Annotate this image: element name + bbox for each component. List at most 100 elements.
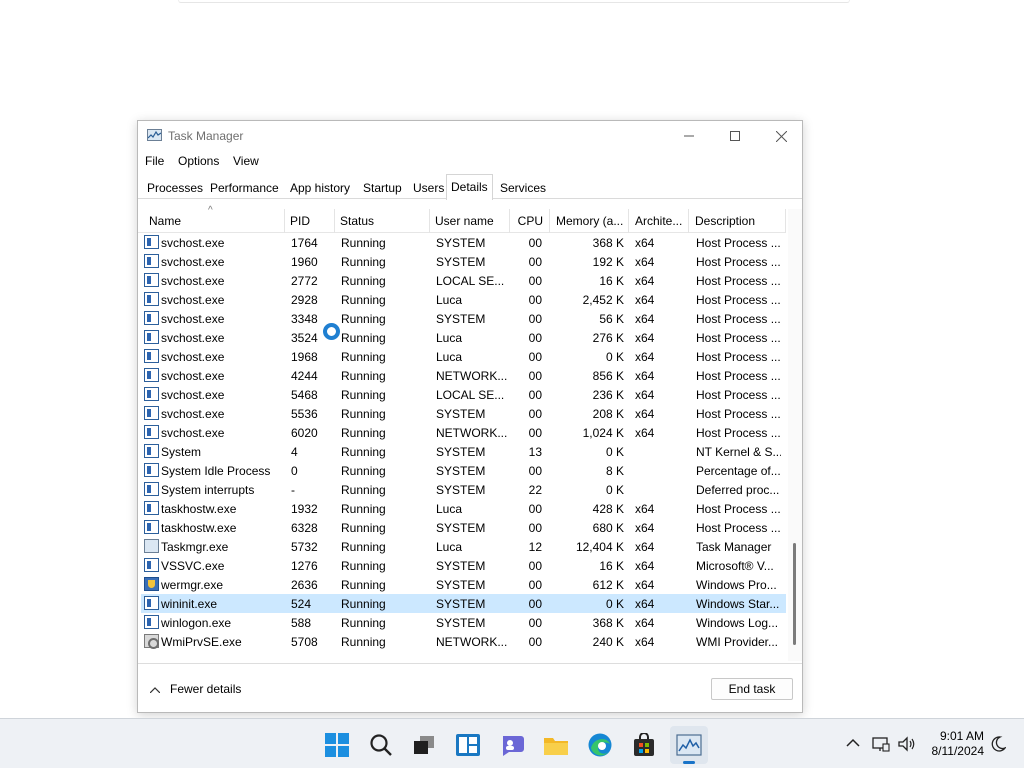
focus-moon-icon[interactable] xyxy=(990,736,1007,755)
busy-cursor-icon xyxy=(323,323,340,340)
column-cpu[interactable]: CPU xyxy=(510,209,550,233)
table-row[interactable]: wininit.exe 524 Running SYSTEM 00 0 K x64 Windo… xyxy=(141,594,786,613)
cell-cpu: 12 xyxy=(528,540,542,554)
tab-users[interactable]: Users xyxy=(408,177,449,199)
table-row[interactable]: WmiPrvSE.exe 5708 Running NETWORK... 00 240 K… xyxy=(141,632,786,651)
process-window-icon xyxy=(144,292,159,306)
column-description[interactable]: Description xyxy=(689,209,786,233)
cell-pid: 524 xyxy=(291,597,312,611)
chat-icon[interactable] xyxy=(499,732,525,758)
table-row[interactable]: svchost.exe 1968 Running Luca 00 0 K x64 Host P… xyxy=(141,347,786,366)
edge-icon[interactable] xyxy=(587,732,613,758)
cell-arch: x64 xyxy=(635,578,655,592)
table-row[interactable]: svchost.exe 4244 Running NETWORK... 00 856 K x… xyxy=(141,366,786,385)
store-icon[interactable] xyxy=(631,732,657,758)
cell-name: svchost.exe xyxy=(161,274,225,288)
windows-start-icon[interactable] xyxy=(324,732,350,758)
table-row[interactable]: svchost.exe 3348 Running SYSTEM 00 56 Kx64 Hos… xyxy=(141,309,786,328)
cell-cpu: 00 xyxy=(528,616,542,630)
table-row[interactable]: svchost.exe 6020 Running NETWORK... 00 1,024 … xyxy=(141,423,786,442)
tab-startup[interactable]: Startup xyxy=(358,177,407,199)
table-row[interactable]: System 4 Running SYSTEM 13 0 K NT Kernel & S..… xyxy=(141,442,786,461)
cell-desc: Windows Star... xyxy=(696,597,780,611)
table-row[interactable]: System interrupts - Running SYSTEM 22 0 K Defe… xyxy=(141,480,786,499)
table-row[interactable]: svchost.exe 2928 Running Luca 00 2,452 K x64 Ho… xyxy=(141,290,786,309)
cell-arch: x64 xyxy=(635,255,655,269)
cell-pid: 2772 xyxy=(291,274,318,288)
tray-chevron-up-icon[interactable] xyxy=(846,736,860,750)
close-button[interactable] xyxy=(758,121,804,151)
cell-name: WmiPrvSE.exe xyxy=(161,635,242,649)
scrollbar-thumb[interactable] xyxy=(793,543,796,645)
process-window-icon xyxy=(144,520,159,534)
cell-name: svchost.exe xyxy=(161,350,225,364)
cell-cpu: 00 xyxy=(528,597,542,611)
column-status[interactable]: Status xyxy=(335,209,430,233)
file-explorer-icon[interactable] xyxy=(543,732,569,758)
volume-icon[interactable] xyxy=(898,736,916,755)
cell-arch: x64 xyxy=(635,597,655,611)
cell-pid: 5536 xyxy=(291,407,318,421)
cell-status: Running xyxy=(341,312,386,326)
table-row[interactable]: svchost.exe 2772 Running LOCAL SE... 00 16 K x… xyxy=(141,271,786,290)
cell-desc: Windows Log... xyxy=(696,616,779,630)
cell-cpu: 22 xyxy=(528,483,542,497)
column-architecture[interactable]: Archite... xyxy=(629,209,689,233)
task-view-icon[interactable] xyxy=(411,732,437,758)
cell-user: Luca xyxy=(436,350,463,364)
widgets-icon[interactable] xyxy=(455,732,481,758)
table-row[interactable]: svchost.exe 3524 Running Luca 00 276 Kx64 Host… xyxy=(141,328,786,347)
menu-bar: File Options View xyxy=(138,151,802,173)
cell-name: VSSVC.exe xyxy=(161,559,225,573)
tab-services[interactable]: Services xyxy=(495,177,551,199)
end-task-button[interactable]: End task xyxy=(711,678,793,700)
minimize-button[interactable] xyxy=(666,121,712,151)
task-manager-icon[interactable] xyxy=(676,732,702,758)
cell-desc: Host Process ... xyxy=(696,407,781,421)
table-row[interactable]: svchost.exe 1764 Running SYSTEM 00 368 K x64 Ho… xyxy=(141,233,786,252)
table-row[interactable]: svchost.exe 1960 Running SYSTEM 00 192 K x64 Ho… xyxy=(141,252,786,271)
cell-status: Running xyxy=(341,445,386,459)
cell-memory: 0 K xyxy=(605,483,624,497)
network-icon[interactable] xyxy=(872,736,890,755)
table-row[interactable]: System Idle Process 0 Running SYSTEM 00 8 K Pe… xyxy=(141,461,786,480)
process-window-icon xyxy=(144,349,159,363)
system-clock[interactable]: 9:01 AM 8/11/2024 xyxy=(924,729,985,759)
cell-name: svchost.exe xyxy=(161,255,225,269)
column-name-label: Name xyxy=(149,214,182,228)
cell-pid: 4244 xyxy=(291,369,318,383)
process-window-icon xyxy=(144,273,159,287)
cell-status: Running xyxy=(341,616,386,630)
cell-memory: 8 K xyxy=(605,464,624,478)
cell-arch: x64 xyxy=(635,616,655,630)
cell-cpu: 00 xyxy=(528,464,542,478)
cell-status: Running xyxy=(341,540,386,554)
table-row[interactable]: svchost.exe 5536 Running SYSTEM 00 208 K x64 Ho… xyxy=(141,404,786,423)
details-table: ^ Name PID Status User name CPU Memory (… xyxy=(138,205,802,661)
tab-processes[interactable]: Processes xyxy=(142,177,208,199)
fewer-details-link[interactable]: Fewer details xyxy=(149,682,241,696)
title-bar[interactable]: Task Manager xyxy=(138,121,802,151)
table-row[interactable]: svchost.exe 5468 Running LOCAL SE... 00 236 K… xyxy=(141,385,786,404)
maximize-button[interactable] xyxy=(712,121,758,151)
process-window-icon xyxy=(144,387,159,401)
search-icon[interactable] xyxy=(368,732,394,758)
table-row[interactable]: winlogon.exe 588 Running SYSTEM 00 368 K x64 Wi… xyxy=(141,613,786,632)
table-row[interactable]: wermgr.exe 2636 Running SYSTEM 00 612 K x64 Win… xyxy=(141,575,786,594)
tab-app-history[interactable]: App history xyxy=(285,177,355,199)
column-user-name[interactable]: User name xyxy=(430,209,510,233)
table-row[interactable]: taskhostw.exe 1932 Running Luca 00 428 K x64 Ho… xyxy=(141,499,786,518)
vertical-scrollbar[interactable] xyxy=(788,209,802,661)
cell-pid: 6328 xyxy=(291,521,318,535)
column-pid[interactable]: PID xyxy=(285,209,335,233)
menu-view[interactable]: View xyxy=(233,154,259,168)
tab-details[interactable]: Details xyxy=(446,174,493,200)
tab-performance[interactable]: Performance xyxy=(205,177,284,199)
column-name[interactable]: ^ Name xyxy=(138,205,285,233)
table-row[interactable]: VSSVC.exe 1276 Running SYSTEM 00 16 K x64 Micro… xyxy=(141,556,786,575)
table-row[interactable]: taskhostw.exe 6328 Running SYSTEM 00 680 K x64… xyxy=(141,518,786,537)
menu-options[interactable]: Options xyxy=(178,154,219,168)
column-memory[interactable]: Memory (a... xyxy=(550,209,629,233)
menu-file[interactable]: File xyxy=(145,154,164,168)
table-row[interactable]: Taskmgr.exe 5732 Running Luca 12 12,404 K x64 T… xyxy=(141,537,786,556)
